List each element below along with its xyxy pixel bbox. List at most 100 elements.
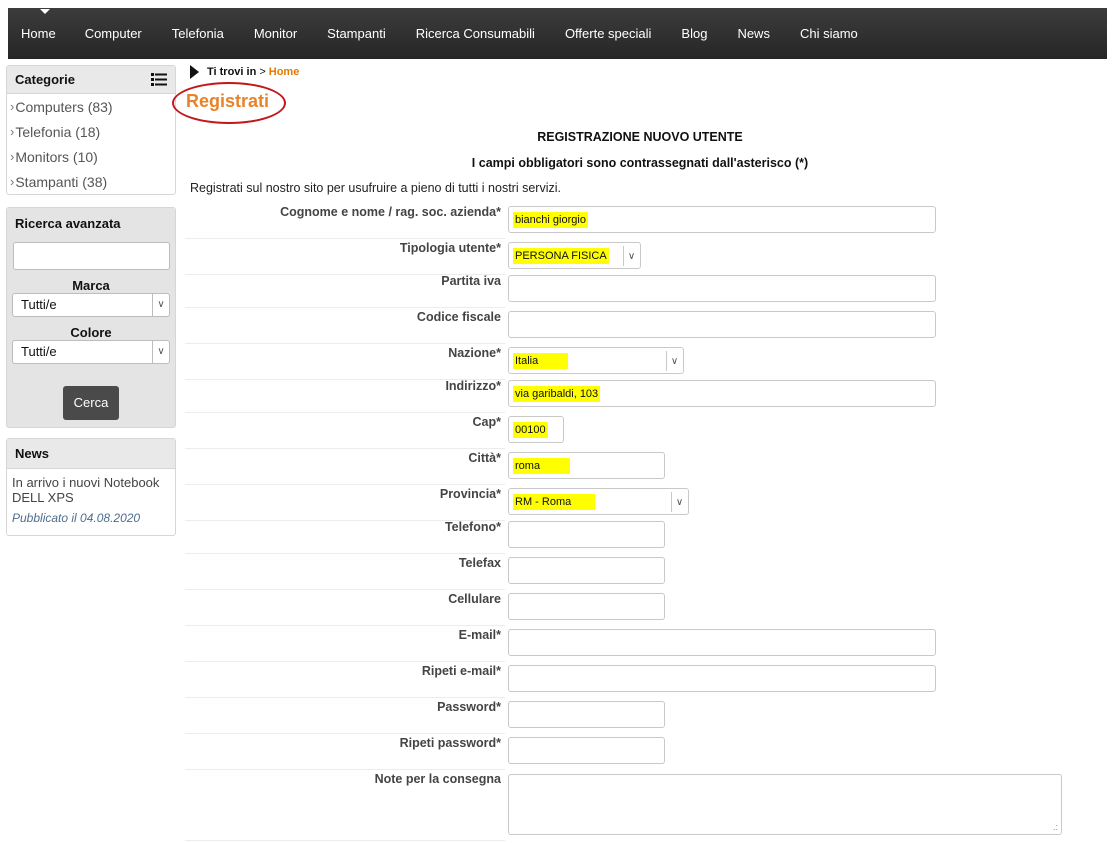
form-row: Ripeti password* <box>185 734 505 770</box>
confirm-email-field[interactable] <box>508 665 936 692</box>
chevron-down-icon[interactable]: ∨ <box>623 246 639 266</box>
form-subheading: I campi obbligatori sono contrassegnati … <box>471 156 809 170</box>
field-label: Telefono* <box>444 520 501 534</box>
chevron-down-icon[interactable]: ∨ <box>671 492 687 512</box>
advanced-search-header: Ricerca avanzata <box>7 208 175 238</box>
field-label: Cognome e nome / rag. soc. azienda* <box>280 205 501 219</box>
form-row: Nazione* <box>185 344 505 380</box>
form-heading: REGISTRAZIONE NUOVO UTENTE <box>537 130 743 144</box>
news-panel: News In arrivo i nuovi Notebook DELL XPS… <box>6 438 176 536</box>
fax-field[interactable] <box>508 557 665 584</box>
category-telefonia[interactable]: › Telefonia (18) <box>7 119 175 144</box>
fullname-field[interactable]: bianchi giorgio <box>508 206 936 233</box>
color-label: Colore <box>70 325 112 340</box>
categories-header: Categorie <box>7 66 175 94</box>
form-row: Codice fiscale <box>185 308 505 344</box>
field-label: Telefax <box>458 556 501 570</box>
field-label: Provincia* <box>439 487 501 501</box>
list-icon[interactable] <box>151 73 167 86</box>
address-field[interactable]: via garibaldi, 103 <box>508 380 936 407</box>
password-field[interactable] <box>508 701 665 728</box>
tax-code-field[interactable] <box>508 311 936 338</box>
breadcrumb-home-link[interactable]: Home <box>269 66 300 78</box>
field-label: Nazione* <box>448 346 501 360</box>
nav-news[interactable]: News <box>737 26 770 41</box>
resize-handle-icon[interactable]: .: <box>1053 822 1058 832</box>
email-field[interactable] <box>508 629 936 656</box>
field-label: Ripeti password* <box>399 736 501 750</box>
search-button[interactable]: Cerca <box>63 386 119 420</box>
brand-label: Marca <box>72 278 110 293</box>
form-row: Telefax <box>185 554 505 590</box>
nav-computer[interactable]: Computer <box>85 26 142 41</box>
form-row: E-mail* <box>185 626 505 662</box>
nav-stampanti[interactable]: Stampanti <box>327 26 386 41</box>
mobile-field[interactable] <box>508 593 665 620</box>
field-label: Ripeti e-mail* <box>421 664 501 678</box>
category-stampanti[interactable]: › Stampanti (38) <box>7 169 175 194</box>
field-label: Indirizzo* <box>445 379 501 393</box>
form-row: Partita iva <box>185 272 505 308</box>
field-value: PERSONA FISICA <box>513 248 609 264</box>
category-label: Monitors (10) <box>15 148 98 165</box>
color-select-value: Tutti/e <box>21 344 57 359</box>
province-select[interactable]: RM - Roma ∨ <box>508 488 689 515</box>
advanced-search-panel: Ricerca avanzata Marca Tutti/e ∨ Colore … <box>6 207 176 428</box>
country-select[interactable]: Italia ∨ <box>508 347 684 374</box>
category-label: Computers (83) <box>15 98 113 115</box>
chevron-down-icon[interactable]: ∨ <box>152 294 169 316</box>
nav-chi-siamo[interactable]: Chi siamo <box>800 26 858 41</box>
breadcrumb-prefix: Ti trovi in <box>207 66 257 78</box>
news-item-link[interactable]: In arrivo i nuovi Notebook DELL XPS <box>7 469 175 505</box>
chevron-down-icon[interactable]: ∨ <box>666 351 682 371</box>
color-select[interactable]: Tutti/e ∨ <box>12 340 170 364</box>
phone-field[interactable] <box>508 521 665 548</box>
brand-select[interactable]: Tutti/e ∨ <box>12 293 170 317</box>
confirm-password-field[interactable] <box>508 737 665 764</box>
page-title: Registrati <box>186 91 270 111</box>
category-label: Telefonia (18) <box>15 123 101 140</box>
field-label: Tipologia utente* <box>399 241 501 255</box>
field-label: Note per la consegna <box>374 772 501 786</box>
delivery-notes-textarea[interactable]: .: <box>508 774 1062 835</box>
category-computers[interactable]: › Computers (83) <box>7 94 175 119</box>
field-label: Partita iva <box>441 274 501 288</box>
postal-code-field[interactable]: 00100 <box>508 416 564 443</box>
categories-title: Categorie <box>15 72 75 87</box>
form-row: Cellulare <box>185 590 505 626</box>
field-value: via garibaldi, 103 <box>513 386 601 402</box>
news-item-date: Pubblicato il 04.08.2020 <box>12 511 141 525</box>
category-label: Stampanti (38) <box>15 173 108 190</box>
nav-ricerca-consumabili[interactable]: Ricerca Consumabili <box>416 26 535 41</box>
chevron-down-icon[interactable]: ∨ <box>152 341 169 363</box>
nav-monitor[interactable]: Monitor <box>254 26 297 41</box>
form-row: Ripeti e-mail* <box>185 662 505 698</box>
nav-home[interactable]: Home <box>21 26 56 41</box>
category-monitors[interactable]: › Monitors (10) <box>7 144 175 169</box>
form-row: Tipologia utente* <box>185 239 505 275</box>
city-field[interactable]: roma <box>508 452 665 479</box>
breadcrumb: Ti trovi in > Home <box>190 65 299 79</box>
field-label: Cellulare <box>448 592 501 606</box>
field-label: Cap* <box>472 415 501 429</box>
vat-number-field[interactable] <box>508 275 936 302</box>
field-value: roma <box>513 458 571 474</box>
form-row: Provincia* <box>185 485 505 521</box>
nav-offerte-speciali[interactable]: Offerte speciali <box>565 26 651 41</box>
chevron-right-icon: › <box>10 99 15 114</box>
user-type-select[interactable]: PERSONA FISICA ∨ <box>508 242 641 269</box>
field-label: Città* <box>468 451 501 465</box>
form-row: Indirizzo* <box>185 377 505 413</box>
search-input[interactable] <box>13 242 170 270</box>
news-header: News <box>7 439 175 469</box>
nav-telefonia[interactable]: Telefonia <box>172 26 224 41</box>
advanced-search-title: Ricerca avanzata <box>15 215 121 231</box>
field-label: Codice fiscale <box>416 310 501 324</box>
nav-blog[interactable]: Blog <box>681 26 707 41</box>
field-label: E-mail* <box>458 628 501 642</box>
brand-select-value: Tutti/e <box>21 297 57 312</box>
form-intro: Registrati sul nostro sito per usufruire… <box>190 181 561 195</box>
form-row: Cap* <box>185 413 505 449</box>
form-row: Note per la consegna <box>185 770 505 841</box>
chevron-right-icon: › <box>10 174 15 189</box>
